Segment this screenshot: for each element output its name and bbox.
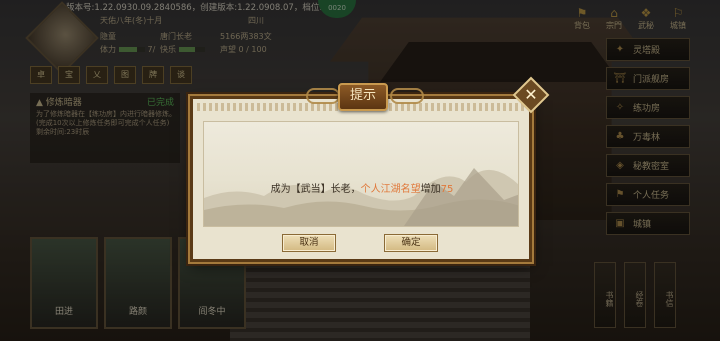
close-icon: ✕ bbox=[524, 85, 538, 104]
dialog-title: 提示 bbox=[338, 83, 388, 111]
dialog-message: 成为【武当】长老，个人江湖名望增加75 bbox=[270, 184, 454, 195]
prompt-dialog: 成为【武当】长老，个人江湖名望增加75 bbox=[190, 96, 532, 262]
title-ornament-left bbox=[306, 88, 340, 104]
cancel-button[interactable]: 取消 bbox=[282, 234, 336, 252]
dialog-content: 成为【武当】长老，个人江湖名望增加75 bbox=[203, 121, 519, 227]
confirm-button[interactable]: 确定 bbox=[384, 234, 438, 252]
title-ornament-right bbox=[390, 88, 424, 104]
